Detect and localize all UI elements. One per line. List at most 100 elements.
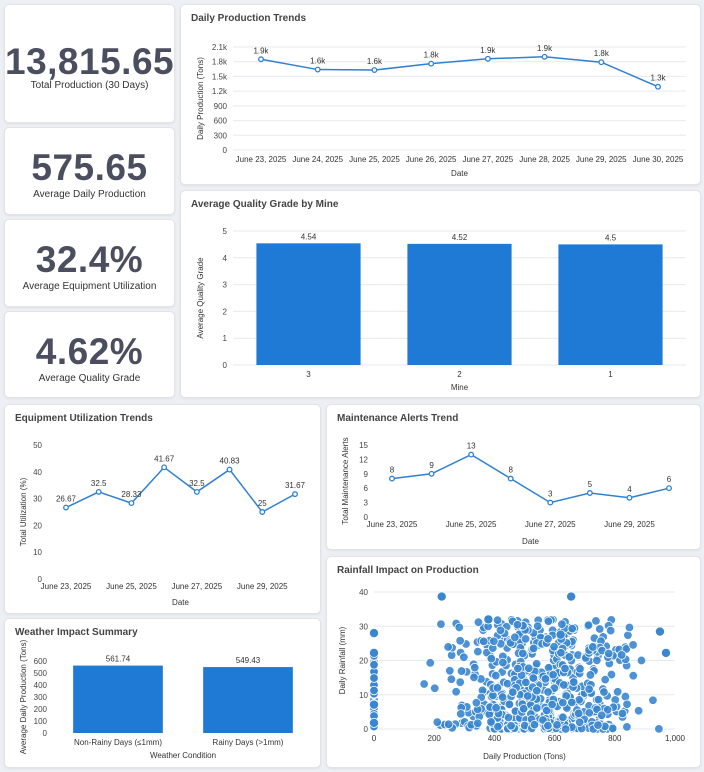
- x-axis-label: Daily Production (Tons): [483, 752, 566, 761]
- scatter-point: [575, 664, 585, 674]
- kpi-value: 4.62%: [35, 331, 144, 372]
- y-axis-label: Daily Production (Tons): [196, 57, 205, 140]
- scatter-point: [543, 687, 553, 697]
- data-point: [128, 500, 135, 507]
- x-tick-label: 600: [548, 734, 562, 743]
- bar: [203, 667, 293, 733]
- scatter-point: [584, 684, 594, 694]
- scatter-point: [491, 703, 501, 713]
- scatter-point: [518, 704, 529, 714]
- scatter-point: [556, 648, 566, 658]
- y-tick-label: 900: [214, 102, 228, 111]
- data-label: 1.9k: [253, 46, 269, 55]
- data-label: 31.67: [285, 481, 306, 490]
- scatter-point: [622, 699, 632, 709]
- y-tick-label: 1: [223, 334, 228, 343]
- scatter-point: [524, 663, 534, 673]
- data-point: [63, 504, 69, 511]
- y-tick-label: 600: [34, 657, 48, 666]
- scatter-point: [616, 650, 627, 660]
- data-label: 40.83: [220, 457, 241, 466]
- y-tick-label: 1.2k: [212, 87, 228, 96]
- scatter-point: [512, 620, 523, 630]
- scatter-point: [369, 699, 380, 710]
- bar: [256, 243, 361, 365]
- x-tick-label: June 26, 2025: [406, 155, 457, 164]
- x-tick-label: 400: [488, 734, 502, 743]
- scatter-point: [369, 717, 380, 728]
- scatter-point: [617, 708, 628, 719]
- scatter-point: [612, 687, 623, 697]
- bar: [73, 665, 163, 733]
- y-tick-label: 0: [223, 361, 228, 370]
- scatter-point: [599, 687, 609, 697]
- scatter-point: [369, 685, 379, 696]
- data-label: 1.9k: [480, 46, 496, 55]
- scatter-point: [543, 720, 553, 731]
- scatter-point: [557, 619, 567, 629]
- scatter-point: [443, 642, 453, 652]
- daily-production-chart: 0 300 600 900 1.2k 1.5k 1.8k 2.1k Daily Producti…: [196, 43, 686, 178]
- scatter-point: [455, 677, 465, 687]
- x-axis-label: Date: [522, 537, 539, 546]
- data-point: [626, 494, 633, 501]
- scatter-point: [597, 710, 607, 720]
- kpi-value: 575.65: [31, 147, 148, 188]
- x-tick-label: June 23, 2025: [41, 582, 92, 591]
- kpi-value: 13,815.65: [5, 41, 175, 82]
- data-label: 4.54: [301, 232, 317, 241]
- y-tick-label: 12: [359, 455, 368, 464]
- scatter-point: [560, 663, 570, 674]
- scatter-point: [592, 655, 602, 666]
- scatter-point: [451, 687, 461, 697]
- scatter-point: [558, 697, 568, 708]
- y-tick-label: 400: [34, 681, 48, 690]
- y-tick-label: 3: [364, 499, 369, 508]
- scatter-point: [532, 686, 542, 696]
- scatter-point: [497, 692, 508, 702]
- scatter-point: [469, 672, 479, 683]
- scatter-point: [604, 648, 614, 659]
- scatter-point: [369, 628, 380, 639]
- scatter-point: [605, 625, 616, 636]
- scatter-point: [523, 691, 533, 701]
- scatter-point: [446, 674, 457, 684]
- data-point: [484, 55, 491, 62]
- scatter-point: [473, 646, 483, 657]
- x-tick-label: 800: [608, 734, 622, 743]
- y-tick-label: 50: [33, 441, 42, 450]
- scatter-point: [600, 674, 610, 685]
- scatter-point: [564, 652, 574, 662]
- bar: [558, 244, 663, 365]
- x-tick-label: June 25, 2025: [446, 520, 497, 529]
- scatter-point: [636, 655, 647, 666]
- y-tick-label: 10: [359, 691, 368, 700]
- maintenance-chart: 03691215Total Maintenance Alerts 89138354…: [341, 437, 672, 546]
- y-tick-label: 300: [34, 693, 48, 702]
- y-tick-label: 300: [214, 131, 228, 140]
- maintenance-card: Maintenance Alerts Trend 0 3 6 9 12 15 Total M…: [326, 404, 701, 550]
- scatter-point: [607, 723, 618, 734]
- x-axis-label: Weather Condition: [150, 751, 216, 760]
- y-tick-label: 3: [223, 281, 228, 290]
- scatter-point: [493, 721, 503, 732]
- scatter-point: [532, 621, 543, 631]
- scatter-point: [585, 670, 596, 680]
- utilization-card: Equipment Utilization Trends 0 10 20 30 40 50…: [4, 404, 321, 614]
- scatter-point: [547, 699, 557, 710]
- y-tick-label: 1.8k: [212, 58, 228, 67]
- scatter-point: [543, 616, 554, 626]
- y-tick-label: 9: [364, 470, 369, 479]
- scatter-point: [369, 673, 379, 683]
- data-label: 9: [429, 461, 434, 470]
- y-axis-label: Average Daily Production (Tons): [19, 639, 28, 754]
- scatter-point: [495, 625, 506, 636]
- scatter-point: [443, 719, 454, 729]
- scatter-point: [498, 657, 508, 668]
- scatter-point: [528, 673, 539, 683]
- data-label: 1.8k: [424, 51, 440, 60]
- kpi-label: Average Daily Production: [33, 189, 146, 200]
- scatter-point: [620, 691, 631, 702]
- y-axis-label: Total Utilization (%): [19, 477, 28, 546]
- scatter-point: [436, 591, 447, 602]
